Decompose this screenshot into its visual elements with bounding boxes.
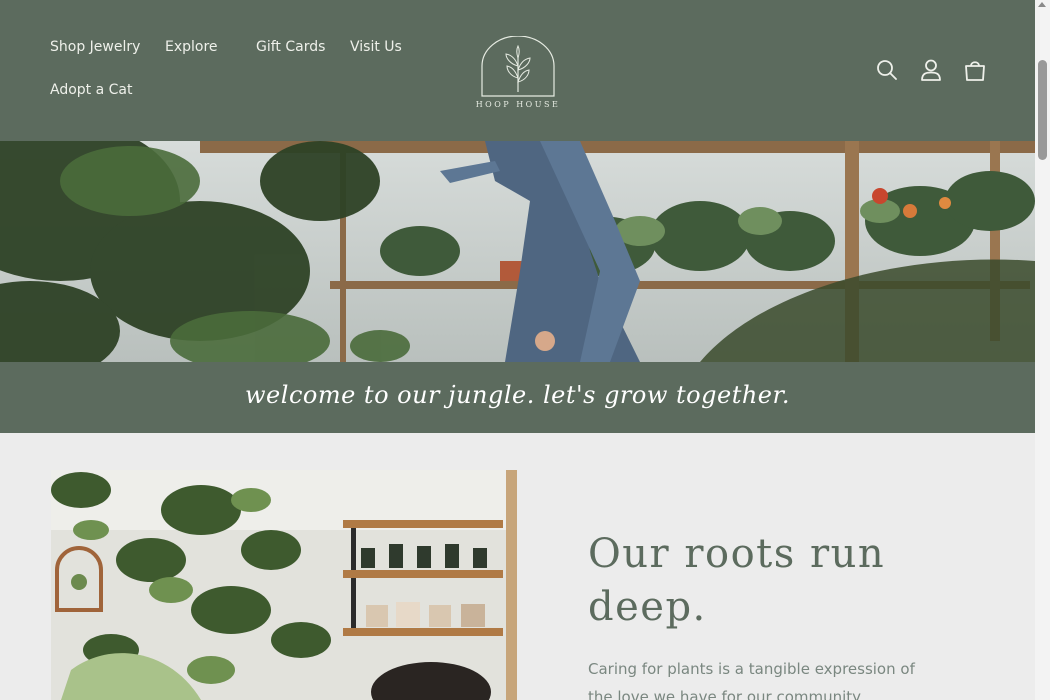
nav-shop-jewelry[interactable]: Shop Jewelry — [50, 39, 140, 55]
logo-arch-icon — [481, 35, 555, 97]
scroll-up-arrow-icon[interactable] — [1038, 2, 1046, 7]
nav-visit-us[interactable]: Visit Us — [350, 39, 402, 55]
cart-icon[interactable] — [962, 57, 988, 83]
nav-explore[interactable]: Explore — [165, 39, 218, 55]
scrollbar-thumb[interactable] — [1038, 60, 1047, 160]
page-scrollbar[interactable] — [1035, 0, 1050, 700]
welcome-text: welcome to our jungle. let's grow togeth… — [245, 381, 790, 409]
logo-text: HOOP HOUSE — [475, 100, 561, 109]
nav-adopt-a-cat[interactable]: Adopt a Cat — [50, 82, 132, 98]
section-heading: Our roots run deep. — [588, 531, 886, 630]
welcome-banner: welcome to our jungle. let's grow togeth… — [0, 362, 1035, 433]
hero-image — [0, 141, 1035, 362]
section-body-text: Caring for plants is a tangible expressi… — [588, 660, 915, 700]
site-header: Shop Jewelry Explore Gift Cards Visit Us… — [0, 0, 1035, 141]
site-logo[interactable]: HOOP HOUSE — [470, 35, 566, 112]
nav-gift-cards[interactable]: Gift Cards — [256, 39, 325, 55]
search-icon[interactable] — [874, 57, 900, 83]
shop-interior-image — [51, 470, 517, 700]
account-icon[interactable] — [918, 57, 944, 83]
